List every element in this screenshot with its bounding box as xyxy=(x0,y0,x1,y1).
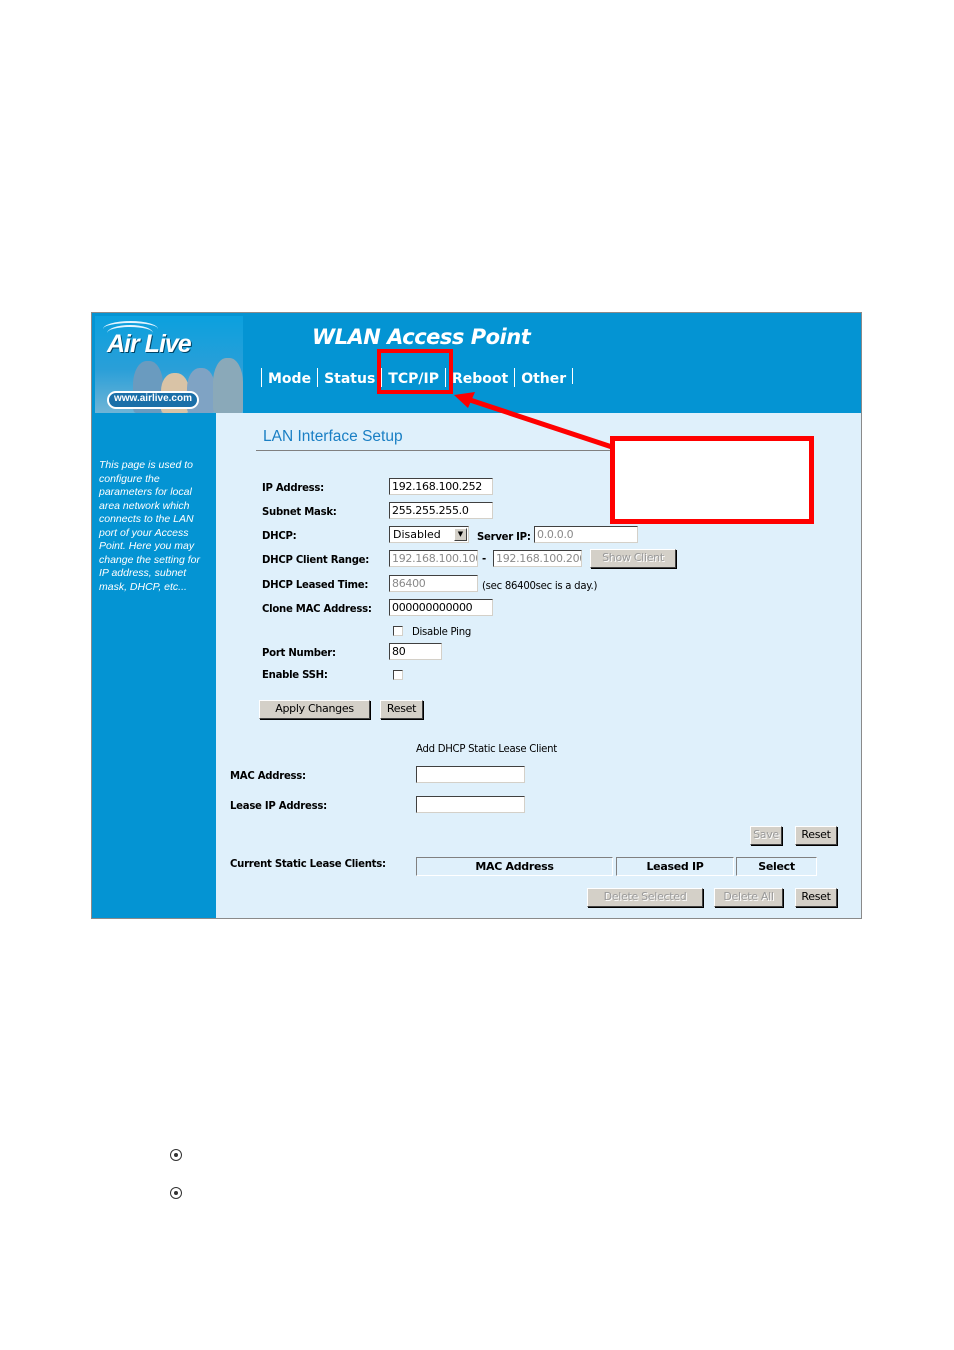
radio-bullet-icon xyxy=(170,1149,182,1161)
radio-bullet-icon xyxy=(170,1187,182,1199)
arrow-shaft xyxy=(469,397,613,450)
annotation-arrow xyxy=(454,392,613,450)
annotation-callout-box xyxy=(610,436,814,524)
